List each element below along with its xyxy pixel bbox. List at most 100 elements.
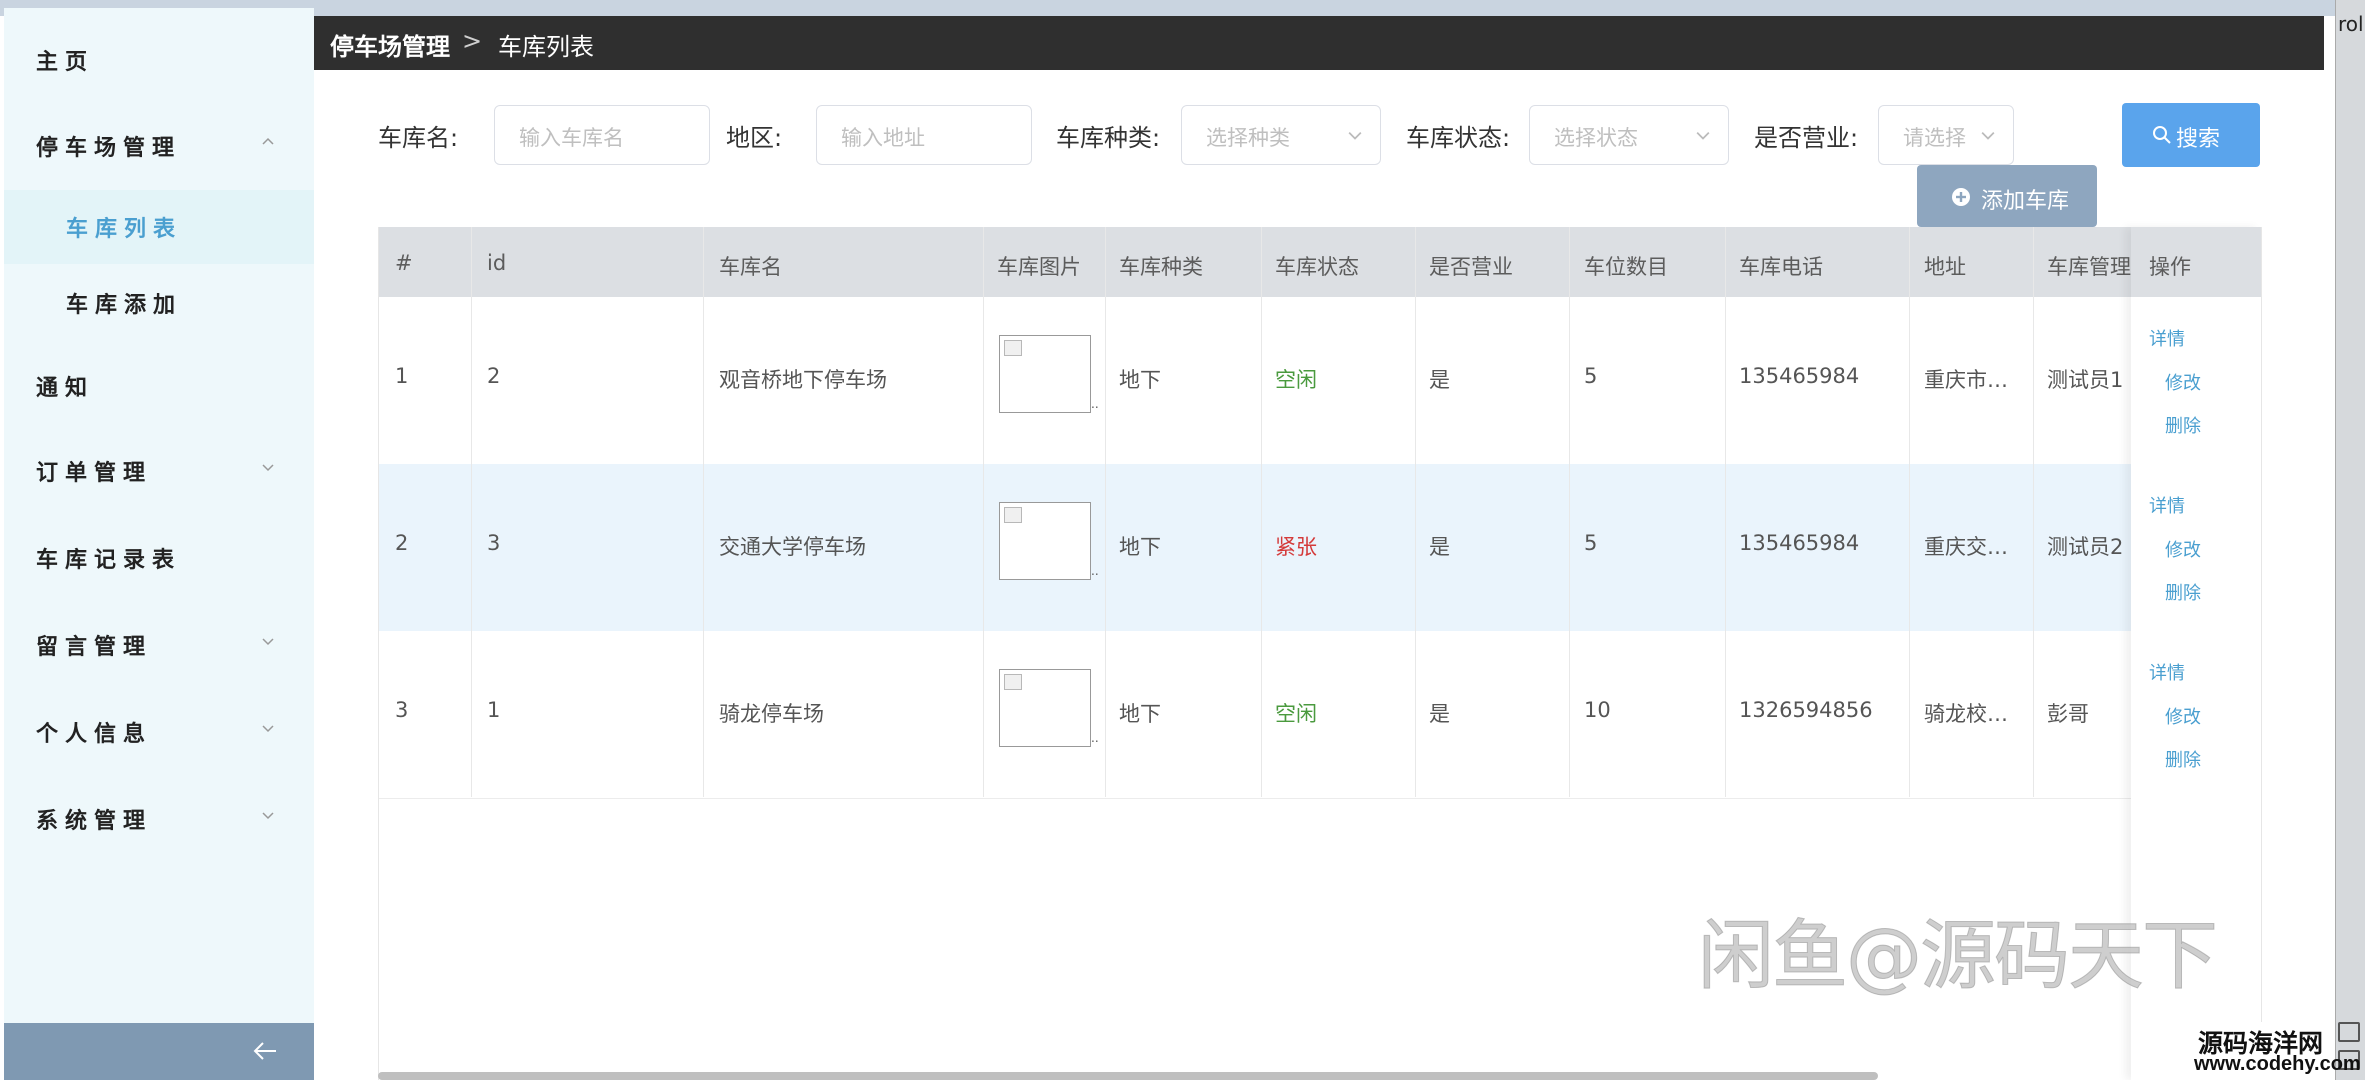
table-row[interactable]: 1 2 观音桥地下停车场 .. 地下 空闲 是 5 135465984 重庆市…… bbox=[379, 297, 2261, 465]
sidebar-item-label: 个人信息 bbox=[36, 722, 153, 747]
breadcrumb-separator: > bbox=[462, 27, 483, 55]
cell-spaces: 5 bbox=[1584, 531, 1598, 555]
column-header[interactable]: 车库种类 bbox=[1119, 251, 1203, 281]
sidebar-item-orders[interactable]: 订单管理 bbox=[4, 429, 314, 513]
cell-id: 2 bbox=[487, 364, 501, 388]
sidebar-item-label: 通知 bbox=[36, 376, 95, 401]
chevron-down-icon bbox=[1696, 132, 1710, 140]
cell-address: 骑龙校… bbox=[1924, 702, 2008, 726]
search-button-label: 搜索 bbox=[2176, 127, 2221, 152]
edit-link[interactable]: 修改 bbox=[2165, 536, 2201, 562]
open-status-select[interactable]: 请选择 bbox=[1878, 105, 2014, 165]
delete-link[interactable]: 删除 bbox=[2165, 579, 2201, 605]
region-input[interactable]: 输入地址 bbox=[816, 105, 1032, 165]
cell-manager: 彭哥 bbox=[2047, 702, 2089, 726]
cell-name: 交通大学停车场 bbox=[719, 535, 866, 559]
column-divider bbox=[471, 227, 472, 797]
column-divider bbox=[2033, 227, 2034, 797]
garage-status-placeholder: 选择状态 bbox=[1554, 126, 1638, 150]
open-status-placeholder: 请选择 bbox=[1903, 126, 1966, 150]
sidebar-item-label: 车库记录表 bbox=[36, 548, 182, 573]
delete-link[interactable]: 删除 bbox=[2165, 746, 2201, 772]
watermark-text: 闲鱼@源码天下 bbox=[1698, 911, 2219, 1001]
filter-region-label: 地区: bbox=[726, 124, 783, 152]
sidebar-item-label: 系统管理 bbox=[36, 809, 153, 834]
chevron-down-icon bbox=[262, 725, 274, 733]
sidebar-item-profile[interactable]: 个人信息 bbox=[4, 690, 314, 774]
column-header[interactable]: 车库管理 bbox=[2047, 251, 2131, 281]
right-edge-text: rol bbox=[2338, 12, 2364, 36]
garage-image-broken-icon bbox=[999, 669, 1091, 747]
cell-spaces: 10 bbox=[1584, 698, 1611, 722]
sidebar-item-garage-records[interactable]: 车库记录表 bbox=[4, 516, 314, 600]
sidebar-item-messages[interactable]: 留言管理 bbox=[4, 603, 314, 687]
image-overflow-dots: .. bbox=[1091, 564, 1099, 578]
filter-name-label: 车库名: bbox=[378, 124, 459, 152]
column-header[interactable]: 车位数目 bbox=[1584, 251, 1668, 281]
edit-link[interactable]: 修改 bbox=[2165, 369, 2201, 395]
cell-address: 重庆市… bbox=[1924, 368, 2008, 392]
cell-status: 空闲 bbox=[1275, 702, 1317, 726]
delete-link[interactable]: 删除 bbox=[2165, 412, 2201, 438]
column-header[interactable]: id bbox=[487, 251, 506, 275]
garage-status-select[interactable]: 选择状态 bbox=[1529, 105, 1729, 165]
column-header[interactable]: # bbox=[395, 251, 413, 275]
sidebar-item-notice[interactable]: 通知 bbox=[4, 344, 314, 428]
column-header[interactable]: 车库状态 bbox=[1275, 251, 1359, 281]
filter-status-label: 车库状态: bbox=[1406, 124, 1511, 152]
cell-open: 是 bbox=[1429, 368, 1450, 392]
chevron-down-icon bbox=[262, 812, 274, 820]
edit-link[interactable]: 修改 bbox=[2165, 703, 2201, 729]
table-row[interactable]: 2 3 交通大学停车场 .. 地下 紧张 是 5 135465984 重庆交… … bbox=[379, 464, 2261, 632]
column-header[interactable]: 车库名 bbox=[719, 251, 782, 281]
sidebar-collapse-button[interactable] bbox=[4, 1023, 314, 1080]
sidebar-subitem-garage-add[interactable]: 车库添加 bbox=[4, 266, 314, 340]
sidebar-item-label: 留言管理 bbox=[36, 635, 153, 660]
search-icon bbox=[2153, 126, 2171, 144]
filter-type-label: 车库种类: bbox=[1056, 124, 1161, 152]
table-header: # id 车库名 车库图片 车库种类 车库状态 是否营业 车位数目 车库电话 地… bbox=[379, 227, 2261, 297]
column-header: 操作 bbox=[2149, 255, 2191, 279]
garage-type-select[interactable]: 选择种类 bbox=[1181, 105, 1381, 165]
add-garage-button[interactable]: 添加车库 bbox=[1917, 165, 2097, 227]
search-button[interactable]: 搜索 bbox=[2122, 103, 2260, 167]
sidebar-item-home[interactable]: 主页 bbox=[4, 18, 314, 102]
image-overflow-dots: .. bbox=[1091, 397, 1099, 411]
cell-phone: 1326594856 bbox=[1739, 698, 1873, 722]
column-divider bbox=[1909, 227, 1910, 797]
detail-link[interactable]: 详情 bbox=[2149, 659, 2185, 685]
detail-link[interactable]: 详情 bbox=[2149, 492, 2185, 518]
chevron-down-icon bbox=[262, 464, 274, 472]
cell-manager: 测试员1 bbox=[2047, 368, 2124, 392]
cell-name: 骑龙停车场 bbox=[719, 702, 824, 726]
cell-spaces: 5 bbox=[1584, 364, 1598, 388]
cell-type: 地下 bbox=[1119, 702, 1161, 726]
horizontal-scrollbar[interactable] bbox=[378, 1072, 1878, 1080]
chevron-down-icon bbox=[1981, 132, 1995, 140]
sidebar-subitem-garage-list[interactable]: 车库列表 bbox=[4, 190, 314, 264]
sidebar-item-label: 停车场管理 bbox=[36, 136, 182, 161]
cell-index: 3 bbox=[395, 698, 409, 722]
header-bar: 停车场管理 > 车库列表 bbox=[314, 16, 2324, 70]
garage-name-input[interactable]: 输入车库名 bbox=[494, 105, 710, 165]
column-divider bbox=[1725, 227, 1726, 797]
column-divider bbox=[1261, 227, 1262, 797]
garage-image-broken-icon bbox=[999, 502, 1091, 580]
chevron-up-icon bbox=[262, 137, 274, 145]
detail-link[interactable]: 详情 bbox=[2149, 325, 2185, 351]
column-header[interactable]: 地址 bbox=[1924, 251, 1966, 281]
column-header[interactable]: 车库图片 bbox=[997, 251, 1081, 281]
sidebar-subitem-label: 车库列表 bbox=[66, 217, 183, 242]
column-header[interactable]: 是否营业 bbox=[1429, 251, 1513, 281]
table-row[interactable]: 3 1 骑龙停车场 .. 地下 空闲 是 10 1326594856 骑龙校… … bbox=[379, 631, 2261, 799]
breadcrumb-parent[interactable]: 停车场管理 bbox=[330, 27, 450, 62]
column-header[interactable]: 车库电话 bbox=[1739, 251, 1823, 281]
sidebar-item-system[interactable]: 系统管理 bbox=[4, 777, 314, 861]
sidebar-item-parking-management[interactable]: 停车场管理 bbox=[4, 104, 314, 188]
sidebar-item-label: 订单管理 bbox=[36, 461, 153, 486]
site-url: www.codehy.com bbox=[2194, 1053, 2361, 1075]
garage-name-placeholder: 输入车库名 bbox=[519, 126, 624, 150]
cell-name: 观音桥地下停车场 bbox=[719, 368, 887, 392]
cell-phone: 135465984 bbox=[1739, 531, 1860, 555]
image-overflow-dots: .. bbox=[1091, 731, 1099, 745]
